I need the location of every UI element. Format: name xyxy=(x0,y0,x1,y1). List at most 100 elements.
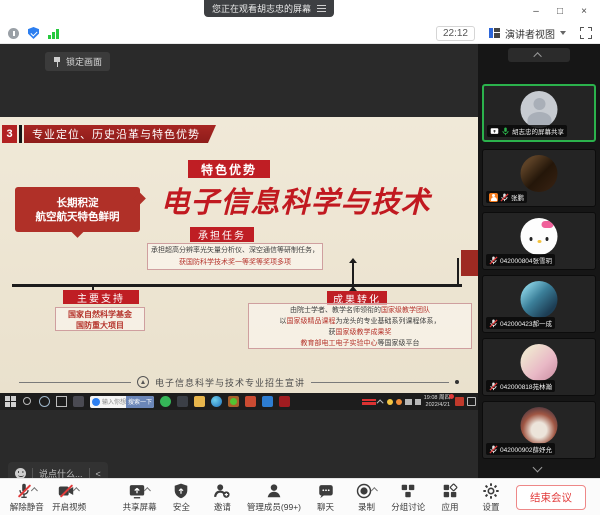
tray-icon-red[interactable] xyxy=(455,397,464,406)
avatar xyxy=(521,218,558,255)
apps-label: 应用 xyxy=(442,501,459,513)
participant-tile[interactable]: 042000804张雪玥 xyxy=(482,212,596,270)
chevron-up-icon[interactable] xyxy=(73,487,80,494)
host-badge-icon xyxy=(489,193,498,202)
info-icon[interactable] xyxy=(8,28,19,39)
meeting-window: 您正在观看胡志忠的屏幕 – □ × 22:12 演讲者视图 xyxy=(0,0,600,515)
end-meeting-button[interactable]: 结束会议 xyxy=(516,485,586,510)
arrow-up-icon xyxy=(349,258,357,263)
security-shield-icon[interactable] xyxy=(28,27,39,39)
result-line4b: 等国家级平台 xyxy=(378,340,420,347)
lock-view-button[interactable]: 锁定画面 xyxy=(45,52,110,71)
hamburger-icon[interactable] xyxy=(317,5,326,12)
app-icon-store[interactable] xyxy=(177,396,188,407)
chevron-down-icon xyxy=(560,31,566,35)
task-text-box: 承担超高分辨率光矢量分析仪、深空通信等研制任务， 获国防科学技术奖一等奖等奖项多… xyxy=(147,243,323,270)
slide-header: 专业定位、历史沿革与特色优势 xyxy=(24,125,216,143)
network-icon[interactable] xyxy=(415,399,421,405)
task-view-icon[interactable] xyxy=(56,396,67,407)
taskbar-search-go-button[interactable]: 搜索一下 xyxy=(126,396,154,408)
manage-members-label: 管理成员(99+) xyxy=(247,501,301,513)
settings-button[interactable]: 设置 xyxy=(475,482,507,513)
tray-icon-yellow[interactable] xyxy=(387,399,393,405)
chat-collapse-button[interactable]: < xyxy=(96,469,101,479)
record-button[interactable]: 录制 xyxy=(351,482,383,513)
result-line3a: 获 xyxy=(329,329,336,336)
tray-icon-orange[interactable] xyxy=(396,399,402,405)
result-line1a: 由院士学者、教学名师领衔的 xyxy=(290,307,381,314)
windows-taskbar: 输入你想搜索的 搜索一下 19:08 周四 2022/4/21 xyxy=(0,393,478,410)
participant-label: 042000902薛妤允 xyxy=(486,443,555,455)
security-button[interactable]: 安全 xyxy=(165,482,197,513)
taskbar-search-icon[interactable] xyxy=(22,396,33,407)
edge-browser-icon[interactable] xyxy=(211,396,222,407)
mic-muted-icon xyxy=(489,382,498,391)
adobe-reader-icon[interactable] xyxy=(279,396,290,407)
view-mode-label: 演讲者视图 xyxy=(505,26,555,41)
result-line2a: 以 xyxy=(280,318,287,325)
participant-tile[interactable]: 042000902薛妤允 xyxy=(482,401,596,459)
start-video-button[interactable]: 开启视频 xyxy=(52,482,85,513)
slide-footer: 电子信息科学与技术专业招生宣讲 xyxy=(0,374,478,390)
app-icon-green[interactable] xyxy=(160,396,171,407)
clock-date: 2022/4/21 xyxy=(424,402,450,409)
screen-share-icon xyxy=(490,127,499,136)
watching-banner-text: 您正在观看胡志忠的屏幕 xyxy=(212,2,311,15)
settings-label: 设置 xyxy=(483,501,500,513)
participants-sidebar: 胡志忠的屏幕共享 张鹏 042000804张雪玥 xyxy=(478,44,600,478)
pin-icon xyxy=(53,57,61,67)
view-mode-button[interactable]: 演讲者视图 xyxy=(484,23,571,44)
support-line2: 国防重大项目 xyxy=(56,320,144,331)
taskbar-search-box[interactable]: 输入你想搜索的 搜索一下 xyxy=(90,396,154,408)
minimize-button[interactable]: – xyxy=(524,0,548,22)
breakout-rooms-label: 分组讨论 xyxy=(391,501,425,513)
mic-muted-icon xyxy=(489,319,498,328)
invite-label: 邀请 xyxy=(214,501,231,513)
close-button[interactable]: × xyxy=(572,0,596,22)
volume-icon[interactable] xyxy=(405,399,412,405)
chat-button[interactable]: 聊天 xyxy=(310,482,342,513)
action-center-icon[interactable] xyxy=(467,397,476,406)
file-explorer-icon[interactable] xyxy=(194,396,205,407)
wechat-icon[interactable] xyxy=(228,396,239,407)
task-line2: 获国防科学技术奖一等奖等奖项多项 xyxy=(148,257,322,269)
participant-tile[interactable]: 042000423郝一成 xyxy=(482,275,596,333)
participant-tile[interactable]: 042000818苑林瀚 xyxy=(482,338,596,396)
maximize-button[interactable]: □ xyxy=(548,0,572,22)
powerpoint-icon[interactable] xyxy=(245,396,256,407)
invite-button[interactable]: 邀请 xyxy=(206,482,238,513)
apps-button[interactable]: 应用 xyxy=(434,482,466,513)
participant-name: 042000902薛妤允 xyxy=(500,444,552,454)
tray-expand-icon[interactable] xyxy=(376,399,383,406)
participant-tile[interactable]: 张鹏 xyxy=(482,149,596,207)
task-badge: 承担任务 xyxy=(190,227,254,242)
timeline-tick-right xyxy=(457,258,459,284)
start-button-icon[interactable] xyxy=(5,396,16,407)
participant-tile-sharing[interactable]: 胡志忠的屏幕共享 xyxy=(482,84,596,142)
manage-members-button[interactable]: 管理成员(99+) xyxy=(247,482,300,513)
sidebar-collapse-button[interactable] xyxy=(508,48,570,62)
app-icon[interactable] xyxy=(73,396,84,407)
breakout-rooms-button[interactable]: 分组讨论 xyxy=(392,482,425,513)
share-screen-button[interactable]: 共享屏幕 xyxy=(123,482,156,513)
scroll-down-icon[interactable] xyxy=(533,463,543,473)
invite-person-icon xyxy=(213,482,231,500)
media-app-icon[interactable] xyxy=(262,396,273,407)
network-signal-icon[interactable] xyxy=(48,28,59,39)
browser-e-icon xyxy=(92,398,100,406)
chat-label: 聊天 xyxy=(317,501,334,513)
participant-label: 042000818苑林瀚 xyxy=(486,380,555,392)
clipped-red-box xyxy=(461,250,478,276)
unmute-button[interactable]: 解除静音 xyxy=(10,482,43,513)
footer-dot xyxy=(455,380,459,384)
participant-name: 张鹏 xyxy=(511,192,524,202)
participant-name: 042000818苑林瀚 xyxy=(500,381,552,391)
mic-muted-icon xyxy=(489,256,498,265)
fullscreen-icon[interactable] xyxy=(580,27,592,39)
cortana-icon[interactable] xyxy=(39,396,50,407)
result-line3b: 国家级教学成果奖 xyxy=(336,329,392,336)
bubble-line1: 长期积淀 xyxy=(57,196,99,210)
watching-banner[interactable]: 您正在观看胡志忠的屏幕 xyxy=(204,0,334,17)
taskbar-clock[interactable]: 19:08 周四 2022/4/21 xyxy=(424,395,452,409)
participant-label: 胡志忠的屏幕共享 xyxy=(487,125,567,137)
